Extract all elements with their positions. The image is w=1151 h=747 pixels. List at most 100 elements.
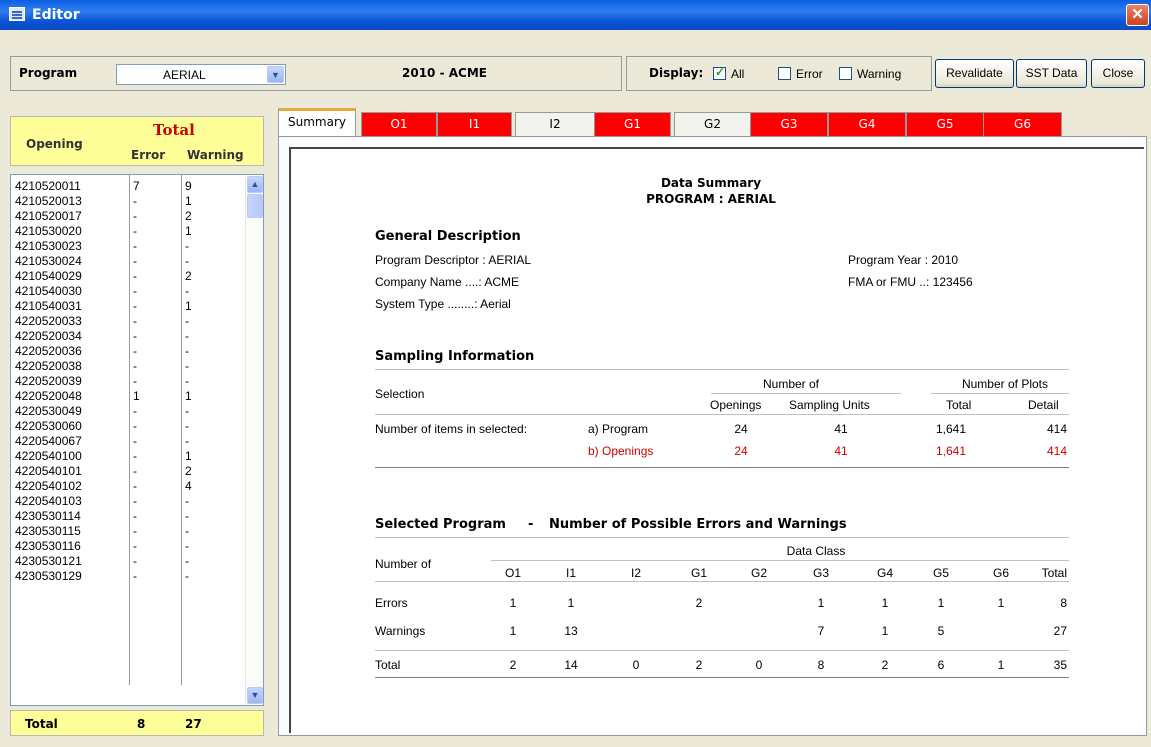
list-item[interactable]: 4210520011 7 9 [11, 179, 245, 194]
opening-warnings: 2 [185, 269, 192, 283]
opening-id: 4220520048 [15, 389, 82, 403]
tab-i1[interactable]: I1 [437, 112, 512, 136]
list-item[interactable]: 4210530023 - - [11, 239, 245, 254]
chevron-down-icon[interactable]: ▼ [267, 66, 284, 83]
errors-cell: 6 [937, 658, 945, 672]
opening-warnings: - [185, 554, 189, 568]
program-select-value: AERIAL [163, 68, 206, 82]
opening-errors: 7 [133, 179, 140, 193]
window-close-button[interactable]: ✕ [1126, 4, 1149, 26]
list-item[interactable]: 4220540103 - - [11, 494, 245, 509]
opening-errors: - [133, 254, 137, 268]
list-item[interactable]: 4210530020 - 1 [11, 224, 245, 239]
opening-warnings: - [185, 254, 189, 268]
errors-cell: 0 [755, 658, 763, 672]
openings-list[interactable]: ▲ ▼ 4210520011 7 9 4210520013-1 4210520017-2… [10, 174, 264, 706]
list-item[interactable]: 4220520036 - - [11, 344, 245, 359]
tab-i2[interactable]: I2 [515, 112, 595, 136]
tab-summary[interactable]: Summary [278, 108, 356, 136]
opening-errors: - [133, 524, 137, 538]
list-item[interactable]: 4220520034 - - [11, 329, 245, 344]
opening-id: 4210520011 [15, 179, 81, 193]
opening-errors: - [133, 419, 137, 433]
errors-cell: 1 [881, 624, 889, 638]
opening-id: 4220520034 [15, 329, 82, 343]
tab-o1[interactable]: O1 [361, 112, 437, 136]
opening-warnings: - [185, 284, 189, 298]
opening-id: 4210530023 [15, 239, 82, 253]
opening-id: 4220520033 [15, 314, 82, 328]
sampling-units: 41 [834, 444, 848, 458]
summary-subtitle: PROGRAM : AERIAL [646, 192, 776, 206]
list-item[interactable]: 4220520038 - - [11, 359, 245, 374]
company-name: Company Name ....: ACME [375, 275, 520, 289]
program-select[interactable]: AERIAL ▼ [116, 64, 286, 85]
list-item[interactable]: 4220530049 - - [11, 404, 245, 419]
list-item[interactable]: 4210520017 - 2 [11, 209, 245, 224]
tab-g3[interactable]: G3 [750, 112, 828, 136]
list-item[interactable]: 4210520013 - 1 [11, 194, 245, 209]
rule [375, 650, 1069, 651]
errors-cell: 1 [937, 596, 945, 610]
tab-g1[interactable]: G1 [594, 112, 671, 136]
list-item[interactable]: 4220540102 - 4 [11, 479, 245, 494]
list-item[interactable]: 4220540101 - 2 [11, 464, 245, 479]
program-year: Program Year : 2010 [848, 253, 959, 267]
scrollbar[interactable]: ▲ ▼ [245, 175, 263, 705]
rule [375, 467, 1069, 468]
list-item[interactable]: 4220520048 1 1 [11, 389, 245, 404]
rule [375, 537, 1069, 538]
list-item[interactable]: 4230530115 - - [11, 524, 245, 539]
errors-cell: 1 [509, 596, 517, 610]
list-item[interactable]: 4220520033 - - [11, 314, 245, 329]
error-checkbox[interactable] [778, 67, 791, 80]
data-class-header: Data Class [786, 544, 846, 558]
rule [931, 393, 1069, 394]
list-item[interactable]: 4230530121 - - [11, 554, 245, 569]
close-button[interactable]: Close [1091, 59, 1145, 88]
list-item[interactable]: 4220520039 - - [11, 374, 245, 389]
system-type: System Type ........: Aerial [375, 297, 511, 311]
sst-data-button[interactable]: SST Data [1016, 59, 1087, 88]
all-checkbox[interactable]: ✓ [713, 65, 726, 80]
plots-total: 1,641 [935, 422, 967, 436]
form-icon [9, 7, 25, 21]
warning-checkbox[interactable] [839, 67, 852, 80]
scroll-thumb[interactable] [247, 194, 263, 218]
tab-g4[interactable]: G4 [828, 112, 906, 136]
summary-title: Data Summary [660, 176, 762, 190]
list-item[interactable]: 4230530114 - - [11, 509, 245, 524]
data-class-g4: G4 [876, 566, 893, 580]
scroll-up-icon[interactable]: ▲ [247, 176, 263, 193]
sampling-units-header: Sampling Units [789, 398, 870, 412]
tab-g5[interactable]: G5 [906, 112, 984, 136]
list-item[interactable]: 4220540100 - 1 [11, 449, 245, 464]
errors-cell: 1 [509, 624, 517, 638]
rule [375, 581, 1069, 582]
data-class-g6: G6 [992, 566, 1009, 580]
tab-g6[interactable]: G6 [983, 112, 1062, 136]
data-class-i1: I1 [565, 566, 576, 580]
revalidate-button[interactable]: Revalidate [935, 59, 1014, 88]
all-label: All [731, 67, 745, 81]
list-item[interactable]: 4220540067 - - [11, 434, 245, 449]
tab-g2[interactable]: G2 [674, 112, 751, 136]
scroll-down-icon[interactable]: ▼ [247, 687, 263, 704]
errors-cell: 2 [695, 596, 703, 610]
opening-errors: - [133, 479, 137, 493]
plots-total: 1,641 [935, 444, 967, 458]
list-item[interactable]: 4210540030 - - [11, 284, 245, 299]
list-item[interactable]: 4230530129 - - [11, 569, 245, 584]
data-class-o1: O1 [504, 566, 521, 580]
list-item[interactable]: 4230530116 - - [11, 539, 245, 554]
list-item[interactable]: 4210540031 - 1 [11, 299, 245, 314]
list-item[interactable]: 4210540029 - 2 [11, 269, 245, 284]
list-item[interactable]: 4220530060 - - [11, 419, 245, 434]
list-item[interactable]: 4210530024 - - [11, 254, 245, 269]
opening-errors: - [133, 374, 137, 388]
errors-cell: 7 [817, 624, 825, 638]
rule [491, 560, 1069, 561]
errors-cell: 1 [567, 596, 575, 610]
total-label: Total [25, 717, 58, 731]
opening-id: 4230530115 [15, 524, 81, 538]
